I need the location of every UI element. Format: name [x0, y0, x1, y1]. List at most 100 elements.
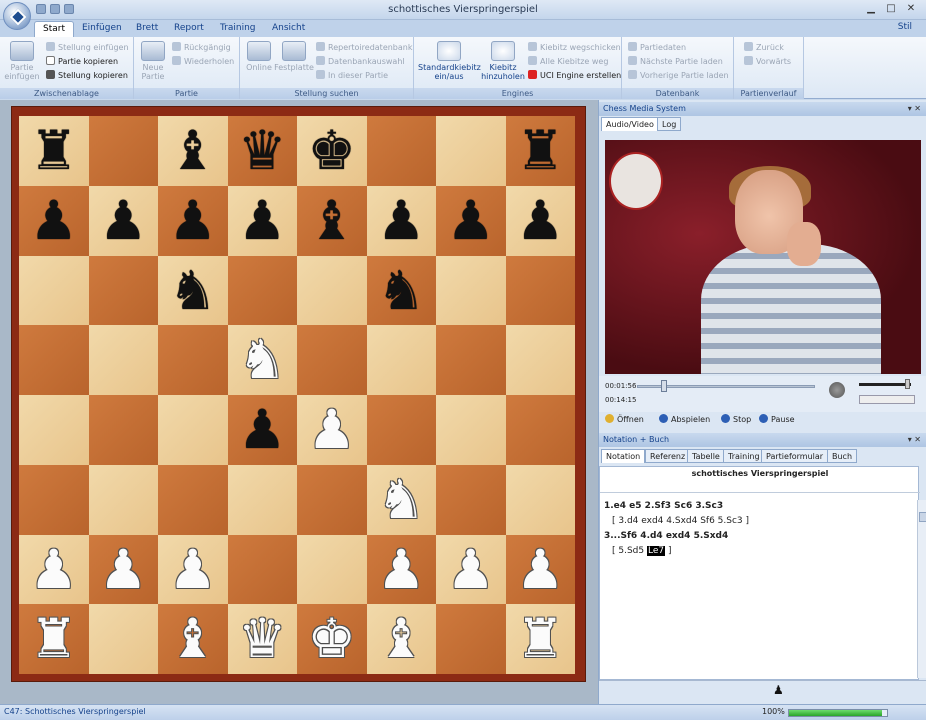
board-square[interactable]	[505, 464, 575, 535]
black-pawn-icon[interactable]: ♟	[19, 186, 89, 256]
partiedaten-button[interactable]: Partiedaten	[628, 42, 686, 53]
panel-close-icon[interactable]: ▾ ✕	[908, 102, 921, 116]
notation-variation-2[interactable]: [ 5.Sd5 Le7 ]	[612, 546, 671, 556]
white-pawn-icon[interactable]: ♟	[506, 535, 576, 605]
chess-board[interactable]: ♜ ♝ ♛ ♚ ♜ ♟ ♟ ♟ ♟ ♝ ♟ ♟ ♟ ♞ ♞ ♞ ♟ ♟ ♞ ♟ ♟ ♟ ♟ ♟ ♟ ♜ ♝ ♛ ♚ ♝ ♜	[19, 116, 575, 674]
tab-ansicht[interactable]: Ansicht	[264, 21, 313, 37]
stellung-einfuegen-button[interactable]: Stellung einfügen	[46, 42, 129, 53]
notation-mainline-2[interactable]: 3...Sf6 4.d4 exd4 5.Sxd4	[604, 531, 728, 541]
board-square[interactable]	[505, 325, 575, 395]
style-menu[interactable]: Stil	[898, 22, 912, 32]
black-rook-icon[interactable]: ♜	[506, 116, 576, 186]
tab-start[interactable]: Start	[34, 21, 74, 37]
tab-training[interactable]: Training	[212, 21, 264, 37]
tab-buch[interactable]: Buch	[827, 449, 858, 463]
board-square[interactable]	[19, 395, 89, 465]
board-square[interactable]	[88, 604, 158, 674]
board-square[interactable]	[227, 464, 297, 535]
notation-scrollbar[interactable]	[917, 500, 926, 678]
vorwaerts-button[interactable]: Vorwärts	[744, 56, 791, 67]
board-square[interactable]	[158, 464, 228, 535]
volume-slider-handle[interactable]	[905, 379, 910, 389]
kiebitz-wegschicken-button[interactable]: Kiebitz wegschicken	[528, 42, 621, 53]
notation-mainline-1[interactable]: 1.e4 e5 2.Sf3 Sc6 3.Sc3	[604, 501, 723, 511]
white-pawn-icon[interactable]: ♟	[89, 535, 159, 605]
board-square[interactable]	[88, 255, 158, 326]
board-square[interactable]	[227, 534, 297, 605]
notation-scrollbar-thumb[interactable]	[919, 512, 926, 522]
board-square[interactable]	[297, 534, 367, 605]
white-knight-icon[interactable]: ♞	[228, 325, 298, 395]
tab-einfuegen[interactable]: Einfügen	[74, 21, 130, 37]
minimize-button[interactable]: ▁	[864, 3, 878, 16]
seek-slider-handle[interactable]	[661, 380, 667, 392]
partie-einfuegen-button[interactable]: Partie einfügen	[4, 41, 40, 81]
board-square[interactable]	[158, 325, 228, 395]
tab-partieformular[interactable]: Partieformular	[761, 449, 829, 463]
board-square[interactable]	[436, 116, 506, 186]
white-bishop-icon[interactable]: ♝	[367, 604, 437, 674]
zurueck-button[interactable]: Zurück	[744, 42, 784, 53]
kiebitz-hinzuholen-button[interactable]: Kiebitz hinzuholen	[480, 41, 526, 81]
application-menu-button[interactable]	[3, 2, 31, 30]
board-square[interactable]	[19, 464, 89, 535]
neue-partie-button[interactable]: Neue Partie	[138, 41, 168, 81]
festplatte-button[interactable]: Festplatte	[274, 41, 314, 72]
online-button[interactable]: Online	[242, 41, 276, 72]
abspielen-button[interactable]: Abspielen	[659, 414, 710, 426]
rueckgaengig-button[interactable]: Rückgängig	[172, 42, 231, 53]
white-pawn-icon[interactable]: ♟	[436, 535, 506, 605]
black-bishop-icon[interactable]: ♝	[158, 116, 228, 186]
board-square[interactable]	[366, 116, 436, 186]
datenbankauswahl-button[interactable]: Datenbankauswahl	[316, 56, 405, 67]
white-pawn-icon[interactable]: ♟	[367, 535, 437, 605]
white-bishop-icon[interactable]: ♝	[158, 604, 228, 674]
black-rook-icon[interactable]: ♜	[19, 116, 89, 186]
board-square[interactable]	[88, 325, 158, 395]
close-button[interactable]: ✕	[904, 3, 918, 16]
tab-referenz[interactable]: Referenz	[645, 449, 691, 463]
board-square[interactable]	[88, 395, 158, 465]
black-pawn-icon[interactable]: ♟	[506, 186, 576, 256]
board-square[interactable]	[88, 464, 158, 535]
white-rook-icon[interactable]: ♜	[19, 604, 89, 674]
board-square[interactable]	[88, 116, 158, 186]
maximize-button[interactable]: □	[884, 3, 898, 16]
in-dieser-partie-button[interactable]: In dieser Partie	[316, 70, 388, 81]
white-pawn-icon[interactable]: ♟	[297, 395, 367, 465]
uci-engine-erstellen-button[interactable]: UCI Engine erstellen	[528, 70, 621, 81]
notation-view[interactable]: schottisches Vierspringerspiel 1.e4 e5 2…	[599, 466, 920, 680]
notation-close-icon[interactable]: ▾ ✕	[908, 433, 921, 447]
board-square[interactable]	[19, 255, 89, 326]
white-king-icon[interactable]: ♚	[297, 604, 367, 674]
board-square[interactable]	[436, 255, 506, 326]
white-rook-icon[interactable]: ♜	[506, 604, 576, 674]
zoom-progress[interactable]	[788, 709, 888, 717]
vorherige-partie-button[interactable]: Vorherige Partie laden	[628, 70, 729, 81]
partie-kopieren-button[interactable]: Partie kopieren	[46, 56, 118, 67]
black-pawn-icon[interactable]: ♟	[367, 186, 437, 256]
volume-slider[interactable]	[859, 383, 911, 386]
naechste-partie-button[interactable]: Nächste Partie laden	[628, 56, 723, 67]
notation-variation-1[interactable]: [ 3.d4 exd4 4.Sxd4 Sf6 5.Sc3 ]	[612, 516, 749, 526]
board-square[interactable]	[297, 464, 367, 535]
board-square[interactable]	[297, 255, 367, 326]
board-square[interactable]	[505, 395, 575, 465]
pause-button[interactable]: Pause	[759, 414, 795, 426]
tab-log[interactable]: Log	[657, 117, 682, 131]
standardkiebitz-button[interactable]: Standardkiebitz ein/aus	[418, 41, 481, 81]
stop-button[interactable]: Stop	[721, 414, 751, 426]
tab-notation[interactable]: Notation	[601, 449, 646, 463]
board-square[interactable]	[505, 255, 575, 326]
tab-report[interactable]: Report	[166, 21, 212, 37]
board-square[interactable]	[436, 395, 506, 465]
tab-brett[interactable]: Brett	[128, 21, 166, 37]
black-bishop-icon[interactable]: ♝	[297, 186, 367, 256]
black-knight-icon[interactable]: ♞	[158, 256, 228, 326]
board-square[interactable]	[366, 325, 436, 395]
wiederholen-button[interactable]: Wiederholen	[172, 56, 234, 67]
black-pawn-icon[interactable]: ♟	[228, 186, 298, 256]
black-pawn-icon[interactable]: ♟	[158, 186, 228, 256]
board-square[interactable]	[158, 395, 228, 465]
oeffnen-button[interactable]: Öffnen	[605, 414, 644, 426]
